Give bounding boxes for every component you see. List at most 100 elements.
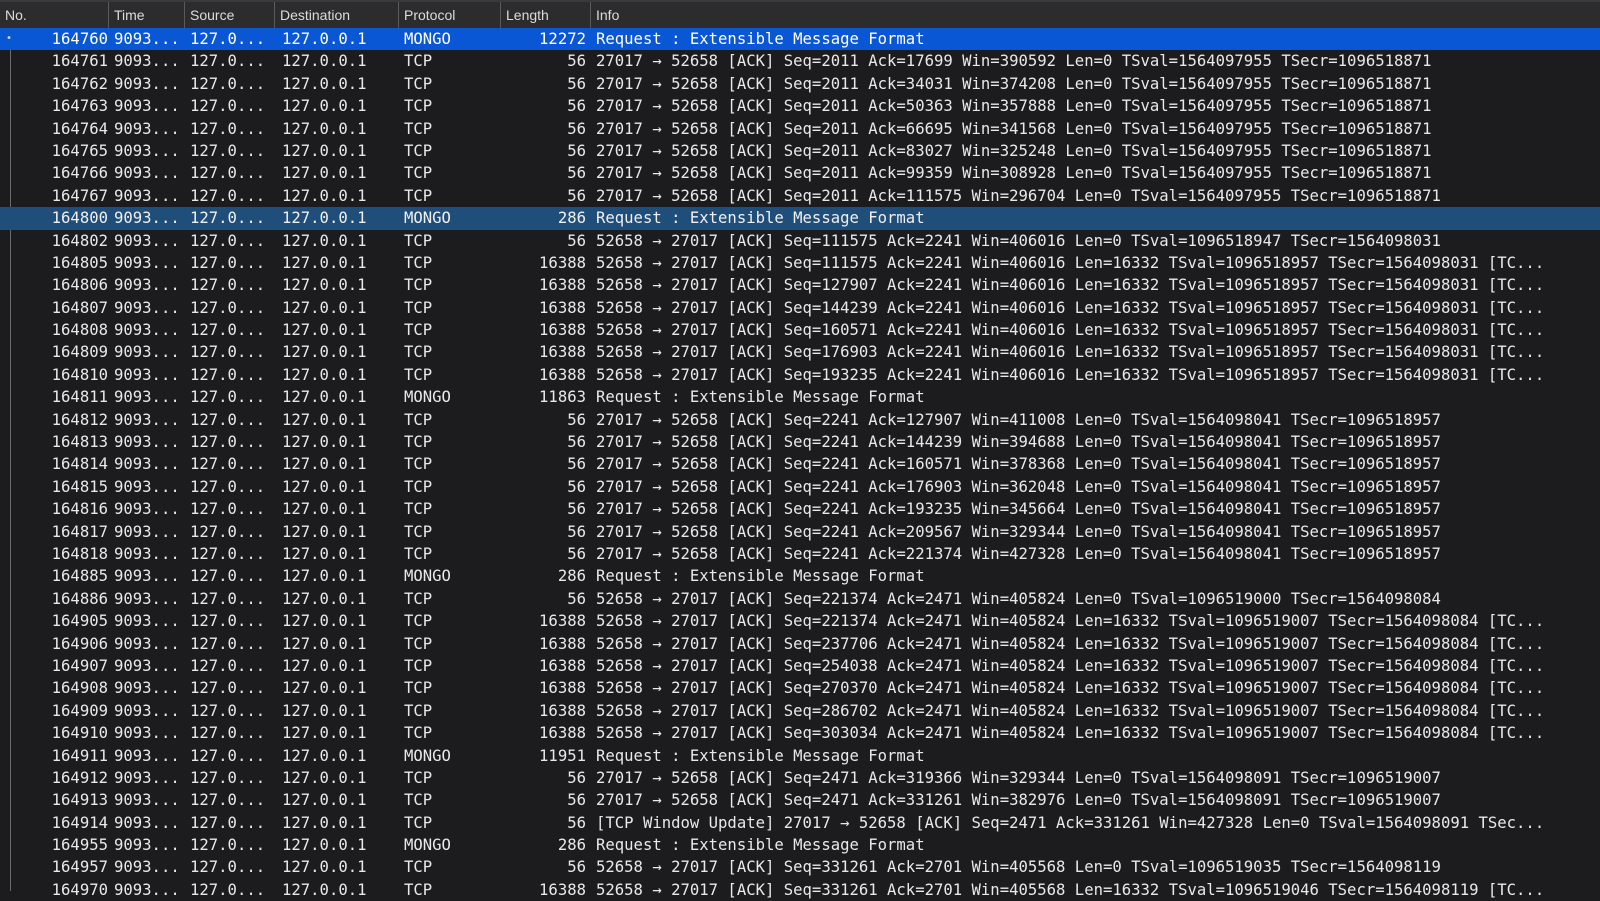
packet-row[interactable]: 164885 9093... 127.0... 127.0.0.1 MONGO 286 Re… (0, 565, 1600, 587)
packet-row[interactable]: • 164760 9093... 127.0... 127.0.0.1 MONGO 1227… (0, 28, 1600, 51)
packet-number: 164912 (51, 768, 108, 787)
packet-number: 164817 (51, 522, 108, 541)
packet-row[interactable]: 164886 9093... 127.0... 127.0.0.1 TCP 56 52658… (0, 588, 1600, 610)
packet-length: 16388 (539, 276, 586, 295)
packet-row[interactable]: 164800 9093... 127.0... 127.0.0.1 MONGO 286 Re… (0, 207, 1600, 230)
packet-length: 286 (557, 209, 586, 228)
packet-list-header: No. Time Source Destination Protocol Len… (0, 0, 1600, 30)
packet-protocol: TCP (404, 433, 433, 452)
packet-source: 127.0... (190, 52, 266, 71)
column-header-protocol[interactable]: Protocol (398, 2, 500, 29)
packet-source: 127.0... (190, 589, 266, 608)
column-header-info[interactable]: Info (590, 2, 1600, 29)
packet-row[interactable]: 164802 9093... 127.0... 127.0.0.1 TCP 56 52658… (0, 230, 1600, 252)
packet-source: 127.0... (190, 410, 266, 429)
packet-row[interactable]: 164970 9093... 127.0... 127.0.0.1 TCP 16388 52… (0, 879, 1600, 901)
packet-row[interactable]: 164913 9093... 127.0... 127.0.0.1 TCP 56 27017… (0, 789, 1600, 811)
packet-info: 52658 → 27017 [ACK] Seq=270370 Ack=2471 … (596, 679, 1545, 698)
packet-row[interactable]: 164762 9093... 127.0... 127.0.0.1 TCP 56 27017… (0, 73, 1600, 95)
packet-row[interactable]: 164816 9093... 127.0... 127.0.0.1 TCP 56 27017… (0, 498, 1600, 520)
packet-protocol: TCP (404, 656, 433, 675)
packet-info: 52658 → 27017 [ACK] Seq=286702 Ack=2471 … (596, 701, 1545, 720)
packet-row[interactable]: 164761 9093... 127.0... 127.0.0.1 TCP 56 27017… (0, 50, 1600, 72)
packet-row[interactable]: 164912 9093... 127.0... 127.0.0.1 TCP 56 27017… (0, 767, 1600, 789)
packet-row[interactable]: 164910 9093... 127.0... 127.0.0.1 TCP 16388 52… (0, 722, 1600, 744)
packet-source: 127.0... (190, 253, 266, 272)
packet-source: 127.0... (190, 321, 266, 340)
packet-source: 127.0... (190, 433, 266, 452)
packet-destination: 127.0.0.1 (282, 768, 367, 787)
packet-row[interactable]: 164909 9093... 127.0... 127.0.0.1 TCP 16388 52… (0, 700, 1600, 722)
packet-destination: 127.0.0.1 (282, 656, 367, 675)
packet-protocol: TCP (404, 97, 433, 116)
packet-length: 16388 (539, 656, 586, 675)
packet-row[interactable]: 164811 9093... 127.0... 127.0.0.1 MONGO 11863… (0, 386, 1600, 408)
packet-protocol: TCP (404, 880, 433, 899)
packet-length: 12272 (539, 30, 586, 48)
packet-length: 56 (567, 433, 586, 452)
packet-protocol: TCP (404, 276, 433, 295)
packet-protocol: MONGO (404, 836, 451, 855)
packet-row[interactable]: 164817 9093... 127.0... 127.0.0.1 TCP 56 27017… (0, 521, 1600, 543)
packet-info: 27017 → 52658 [ACK] Seq=2011 Ack=50363 W… (596, 97, 1432, 116)
packet-row[interactable]: 164818 9093... 127.0... 127.0.0.1 TCP 56 27017… (0, 543, 1600, 565)
packet-protocol: TCP (404, 253, 433, 272)
column-header-source[interactable]: Source (184, 2, 274, 29)
packet-destination: 127.0.0.1 (282, 119, 367, 138)
column-header-time[interactable]: Time (108, 2, 184, 29)
packet-time: 9093... (114, 724, 180, 743)
packet-length: 16388 (539, 612, 586, 631)
packet-row[interactable]: 164813 9093... 127.0... 127.0.0.1 TCP 56 27017… (0, 431, 1600, 453)
packet-row[interactable]: 164914 9093... 127.0... 127.0.0.1 TCP 56 [TCP … (0, 812, 1600, 834)
packet-row[interactable]: 164812 9093... 127.0... 127.0.0.1 TCP 56 27017… (0, 409, 1600, 431)
column-header-destination[interactable]: Destination (274, 2, 398, 29)
packet-row[interactable]: 164764 9093... 127.0... 127.0.0.1 TCP 56 27017… (0, 118, 1600, 140)
packet-number: 164811 (51, 388, 108, 407)
packet-row[interactable]: 164767 9093... 127.0... 127.0.0.1 TCP 56 27017… (0, 185, 1600, 207)
packet-row[interactable]: 164908 9093... 127.0... 127.0.0.1 TCP 16388 52… (0, 677, 1600, 699)
packet-number: 164762 (51, 74, 108, 93)
packet-info: 52658 → 27017 [ACK] Seq=193235 Ack=2241 … (596, 365, 1545, 384)
packet-row[interactable]: 164810 9093... 127.0... 127.0.0.1 TCP 16388 52… (0, 364, 1600, 386)
packet-row[interactable]: 164957 9093... 127.0... 127.0.0.1 TCP 56 52658… (0, 856, 1600, 878)
packet-number: 164886 (51, 589, 108, 608)
packet-protocol: TCP (404, 321, 433, 340)
packet-length: 56 (567, 141, 586, 160)
packet-info: 27017 → 52658 [ACK] Seq=2011 Ack=83027 W… (596, 141, 1432, 160)
packet-destination: 127.0.0.1 (282, 589, 367, 608)
packet-row[interactable]: 164806 9093... 127.0... 127.0.0.1 TCP 16388 52… (0, 274, 1600, 296)
packet-row[interactable]: 164765 9093... 127.0... 127.0.0.1 TCP 56 27017… (0, 140, 1600, 162)
packet-row[interactable]: 164814 9093... 127.0... 127.0.0.1 TCP 56 27017… (0, 453, 1600, 475)
packet-row[interactable]: 164911 9093... 127.0... 127.0.0.1 MONGO 11951… (0, 745, 1600, 767)
packet-row[interactable]: 164807 9093... 127.0... 127.0.0.1 TCP 16388 52… (0, 297, 1600, 319)
packet-time: 9093... (114, 612, 180, 631)
column-header-no[interactable]: No. (0, 2, 108, 29)
packet-row[interactable]: 164907 9093... 127.0... 127.0.0.1 TCP 16388 52… (0, 655, 1600, 677)
packet-row[interactable]: 164815 9093... 127.0... 127.0.0.1 TCP 56 27017… (0, 476, 1600, 498)
packet-row[interactable]: 164805 9093... 127.0... 127.0.0.1 TCP 16388 52… (0, 252, 1600, 274)
packet-row[interactable]: 164905 9093... 127.0... 127.0.0.1 TCP 16388 52… (0, 610, 1600, 632)
packet-list: • 164760 9093... 127.0... 127.0.0.1 MONGO 1227… (0, 28, 1600, 901)
packet-info: 27017 → 52658 [ACK] Seq=2011 Ack=66695 W… (596, 119, 1432, 138)
packet-row[interactable]: 164906 9093... 127.0... 127.0.0.1 TCP 16388 52… (0, 633, 1600, 655)
packet-length: 16388 (539, 298, 586, 317)
packet-length: 56 (567, 500, 586, 519)
packet-protocol: TCP (404, 477, 433, 496)
packet-row[interactable]: 164766 9093... 127.0... 127.0.0.1 TCP 56 27017… (0, 162, 1600, 184)
packet-source: 127.0... (190, 30, 266, 48)
packet-time: 9093... (114, 52, 180, 71)
packet-destination: 127.0.0.1 (282, 813, 367, 832)
packet-destination: 127.0.0.1 (282, 836, 367, 855)
packet-row[interactable]: 164809 9093... 127.0... 127.0.0.1 TCP 16388 52… (0, 341, 1600, 363)
packet-length: 286 (557, 836, 586, 855)
packet-row[interactable]: 164763 9093... 127.0... 127.0.0.1 TCP 56 27017… (0, 95, 1600, 117)
packet-number: 164767 (51, 186, 108, 205)
packet-length: 16388 (539, 253, 586, 272)
packet-number: 164907 (51, 656, 108, 675)
packet-protocol: TCP (404, 612, 433, 631)
packet-time: 9093... (114, 30, 180, 48)
packet-row[interactable]: 164808 9093... 127.0... 127.0.0.1 TCP 16388 52… (0, 319, 1600, 341)
packet-info: 27017 → 52658 [ACK] Seq=2241 Ack=176903 … (596, 477, 1441, 496)
packet-row[interactable]: 164955 9093... 127.0... 127.0.0.1 MONGO 286 Re… (0, 834, 1600, 856)
column-header-length[interactable]: Length (500, 2, 590, 29)
